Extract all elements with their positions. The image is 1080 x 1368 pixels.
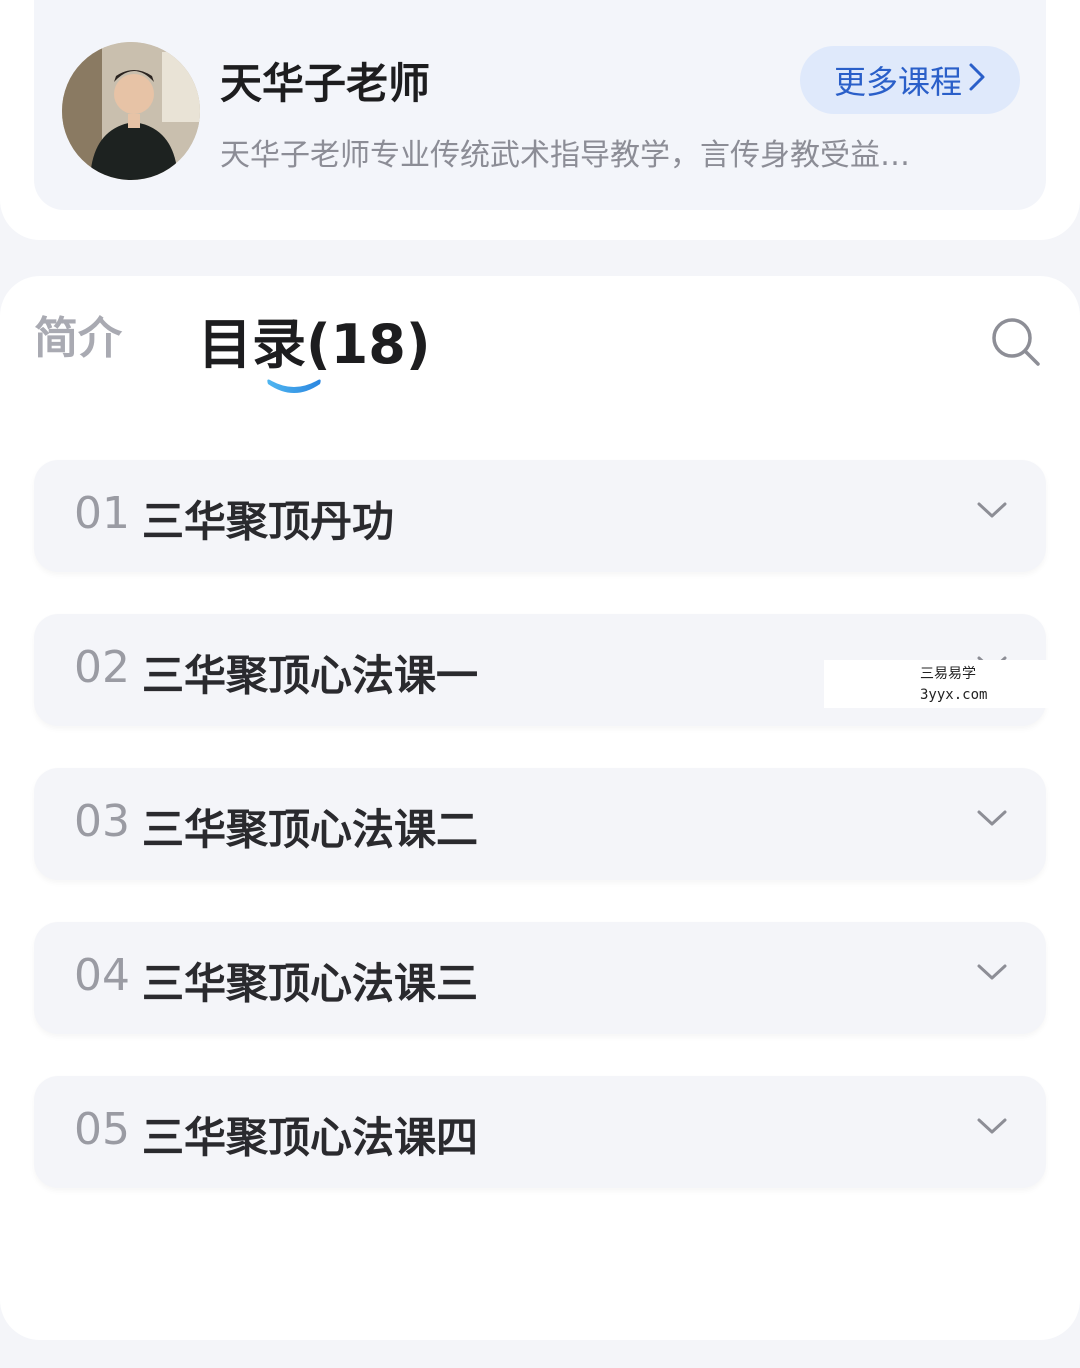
lesson-number: 01 bbox=[74, 488, 130, 539]
lesson-title: 三华聚顶心法课三 bbox=[142, 959, 479, 1008]
chevron-right-icon bbox=[968, 60, 986, 100]
lesson-title: 三华聚顶心法课四 bbox=[142, 1113, 479, 1162]
lesson-number: 04 bbox=[74, 950, 130, 1001]
chevron-down-icon[interactable] bbox=[976, 808, 1008, 832]
lesson-title: 三华聚顶丹功 bbox=[142, 497, 395, 546]
search-icon[interactable] bbox=[990, 316, 1042, 368]
teacher-description: 天华子老师专业传统武术指导教学，言传身教受益… bbox=[220, 138, 910, 173]
chevron-down-icon[interactable] bbox=[976, 1116, 1008, 1140]
chevron-down-icon[interactable] bbox=[976, 500, 1008, 524]
lesson-title: 三华聚顶心法课一 bbox=[142, 651, 479, 700]
tab-intro[interactable]: 简介 bbox=[34, 302, 122, 366]
more-courses-button[interactable]: 更多课程 bbox=[800, 46, 1020, 114]
watermark-line-2: 3yyx.com bbox=[920, 687, 988, 703]
lesson-item[interactable]: 05 三华聚顶心法课四 bbox=[34, 1076, 1046, 1188]
lesson-item[interactable]: 04 三华聚顶心法课三 bbox=[34, 922, 1046, 1034]
lesson-number: 05 bbox=[74, 1104, 130, 1155]
watermark-line-1: 三易易学 bbox=[920, 666, 976, 682]
lesson-number: 02 bbox=[74, 642, 130, 693]
watermark: 三易易学 3yyx.com bbox=[824, 660, 1080, 708]
more-courses-label: 更多课程 bbox=[833, 63, 962, 101]
active-tab-indicator bbox=[266, 374, 322, 400]
lesson-item[interactable]: 03 三华聚顶心法课二 bbox=[34, 768, 1046, 880]
lesson-item[interactable]: 01 三华聚顶丹功 bbox=[34, 460, 1046, 572]
lesson-number: 03 bbox=[74, 796, 130, 847]
tab-catalog[interactable]: 目录(18) bbox=[198, 300, 431, 379]
lesson-title: 三华聚顶心法课二 bbox=[142, 805, 479, 854]
avatar bbox=[62, 42, 200, 180]
teacher-section: 天华子老师 天华子老师专业传统武术指导教学，言传身教受益… 更多课程 bbox=[0, 0, 1080, 240]
teacher-card[interactable]: 天华子老师 天华子老师专业传统武术指导教学，言传身教受益… 更多课程 bbox=[34, 0, 1046, 210]
chevron-down-icon[interactable] bbox=[976, 962, 1008, 986]
course-content-panel: 简介 目录(18) 01 三华聚顶丹功 02 三华聚顶心法课一 03 三华聚顶心… bbox=[0, 276, 1080, 1340]
teacher-name: 天华子老师 bbox=[220, 59, 431, 108]
